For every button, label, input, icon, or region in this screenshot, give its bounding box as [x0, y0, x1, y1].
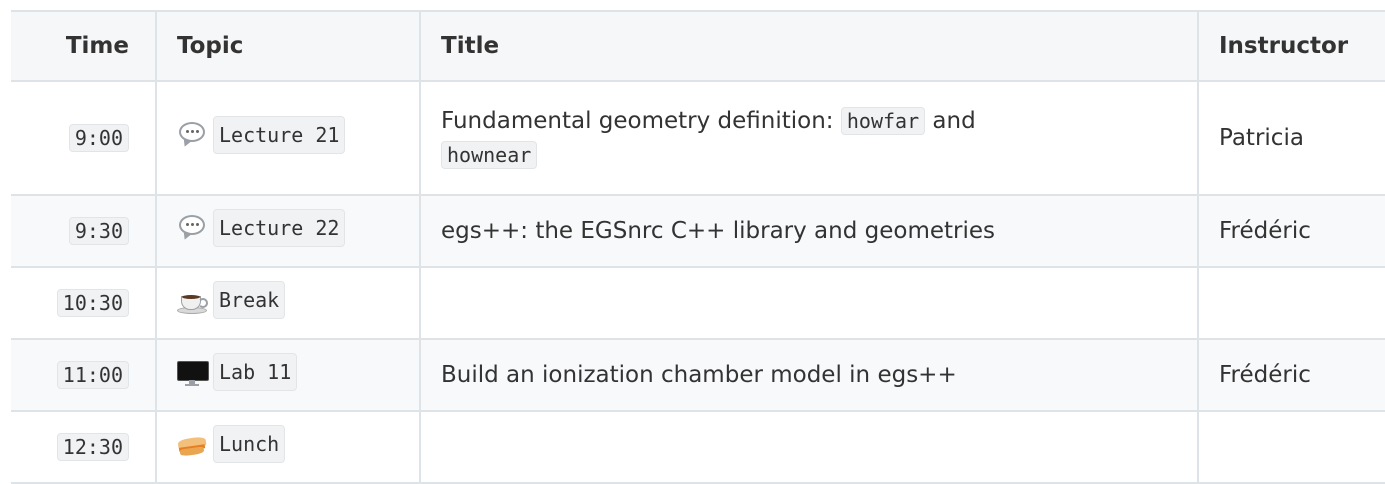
schedule-container: Time Topic Title Instructor 9:00 Lecture… [11, 10, 1385, 484]
time-value: 9:30 [68, 217, 129, 245]
time-cell: 9:30 [11, 194, 157, 268]
title-cell: Fundamental geometry definition: howfar … [419, 80, 1199, 196]
coffee-icon [177, 285, 208, 315]
topic-label: Lecture 21 [213, 116, 346, 154]
time-cell: 9:00 [11, 80, 157, 196]
title-text-and: and [925, 108, 976, 134]
table-header-row: Time Topic Title Instructor [11, 10, 1385, 82]
title-cell: egs++: the EGSnrc C++ library and geomet… [419, 194, 1199, 268]
table-row: 12:30 Lunch [11, 410, 1385, 484]
time-value: 10:30 [56, 289, 129, 317]
instructor-cell: Frédéric [1197, 338, 1385, 412]
title-cell [419, 266, 1199, 340]
title-code-howfar: howfar [840, 107, 926, 135]
time-value: 9:00 [68, 124, 129, 152]
title-cell [419, 410, 1199, 484]
sandwich-icon [177, 429, 207, 459]
computer-monitor-icon [177, 357, 209, 387]
time-value: 12:30 [56, 433, 129, 461]
topic-cell: Lunch [155, 410, 421, 484]
topic-cell: Break [155, 266, 421, 340]
topic-label: Lecture 22 [213, 209, 346, 247]
header-time: Time [11, 10, 157, 82]
table-row: 9:30 Lecture 22 egs++: the EGSnrc C++ li… [11, 194, 1385, 268]
speech-bubble-icon [177, 120, 207, 150]
title-code-hownear: hownear [441, 141, 538, 169]
title-text: Fundamental geometry definition: [441, 108, 841, 134]
speech-bubble-icon [177, 213, 207, 243]
header-title: Title [419, 10, 1199, 82]
topic-cell: Lecture 22 [155, 194, 421, 268]
time-value: 11:00 [56, 361, 129, 389]
table-row: 11:00 Lab 11 Build an ionization chamber… [11, 338, 1385, 412]
instructor-cell: Frédéric [1197, 194, 1385, 268]
instructor-cell: Patricia [1197, 80, 1385, 196]
instructor-cell [1197, 410, 1385, 484]
time-cell: 12:30 [11, 410, 157, 484]
table-row: 10:30 Break [11, 266, 1385, 340]
title-cell: Build an ionization chamber model in egs… [419, 338, 1199, 412]
topic-label: Lunch [213, 425, 286, 463]
schedule-table: Time Topic Title Instructor 9:00 Lecture… [11, 10, 1385, 484]
topic-label: Lab 11 [213, 353, 298, 391]
topic-cell: Lecture 21 [155, 80, 421, 196]
topic-label: Break [213, 281, 286, 319]
header-topic: Topic [155, 10, 421, 82]
header-instructor: Instructor [1197, 10, 1385, 82]
time-cell: 11:00 [11, 338, 157, 412]
table-row: 9:00 Lecture 21 Fundamental geometry def… [11, 80, 1385, 196]
instructor-cell [1197, 266, 1385, 340]
topic-cell: Lab 11 [155, 338, 421, 412]
time-cell: 10:30 [11, 266, 157, 340]
